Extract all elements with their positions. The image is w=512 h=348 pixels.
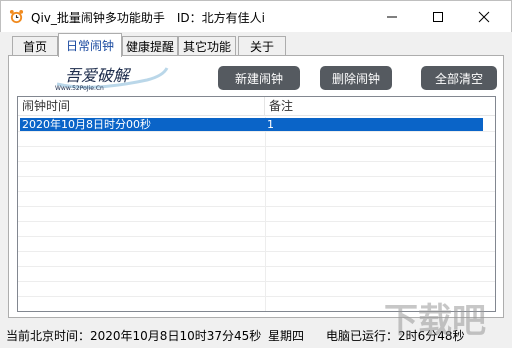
tab-strip: 首页 日常闹钟 健康提醒 其它功能 关于 bbox=[0, 32, 512, 57]
new-alarm-button[interactable]: 新建闹钟 bbox=[218, 66, 300, 90]
tab-panel: 吾爱破解 Www.52PoJie.Cn 新建闹钟 删除闹钟 全部清空 闹钟时间 … bbox=[8, 55, 504, 318]
clear-all-button[interactable]: 全部清空 bbox=[421, 66, 497, 90]
watermark-logo: 下载吧 bbox=[384, 301, 486, 341]
tab-health-reminder[interactable]: 健康提醒 bbox=[122, 36, 178, 56]
list-row[interactable]: 2020年10月8日时分00秒 1 bbox=[20, 118, 483, 131]
tab-about[interactable]: 关于 bbox=[238, 36, 286, 56]
maximize-icon bbox=[433, 11, 443, 22]
cell-note: 1 bbox=[267, 118, 274, 131]
minimize-button[interactable] bbox=[369, 1, 415, 32]
column-divider bbox=[265, 117, 266, 311]
site-logo: 吾爱破解 Www.52PoJie.Cn bbox=[55, 66, 169, 92]
minimize-icon bbox=[387, 16, 397, 17]
tab-home[interactable]: 首页 bbox=[12, 36, 58, 56]
alarm-clock-icon bbox=[9, 9, 24, 24]
weekday-label: 星期四 bbox=[268, 329, 305, 343]
delete-alarm-button[interactable]: 删除闹钟 bbox=[320, 66, 392, 90]
column-header-note[interactable]: 备注 bbox=[265, 97, 495, 116]
tab-other-functions[interactable]: 其它功能 bbox=[178, 36, 236, 56]
current-beijing-time: 当前北京时间：2020年10月8日10时37分45秒 bbox=[6, 329, 262, 343]
logo-subtext: Www.52PoJie.Cn bbox=[55, 85, 104, 92]
column-header-alarm-time[interactable]: 闹钟时间 bbox=[18, 97, 265, 116]
watermark-text: 下载吧 bbox=[384, 301, 486, 341]
list-header: 闹钟时间 备注 bbox=[18, 97, 495, 116]
cell-alarm-time: 2020年10月8日时分00秒 bbox=[22, 118, 151, 131]
close-icon bbox=[478, 11, 490, 22]
tab-daily-alarm[interactable]: 日常闹钟 bbox=[58, 33, 122, 57]
logo-text: 吾爱破解 bbox=[65, 66, 132, 85]
title-bar: Qiv_批量闹钟多功能助手 ID：北方有佳人i bbox=[0, 0, 512, 32]
alarm-list[interactable]: 闹钟时间 备注 2020年10月8日时分00秒 1 bbox=[17, 96, 496, 312]
close-button[interactable] bbox=[461, 1, 507, 32]
list-gridlines bbox=[18, 117, 495, 311]
maximize-button[interactable] bbox=[415, 1, 461, 32]
window-title: Qiv_批量闹钟多功能助手 ID：北方有佳人i bbox=[31, 11, 265, 25]
